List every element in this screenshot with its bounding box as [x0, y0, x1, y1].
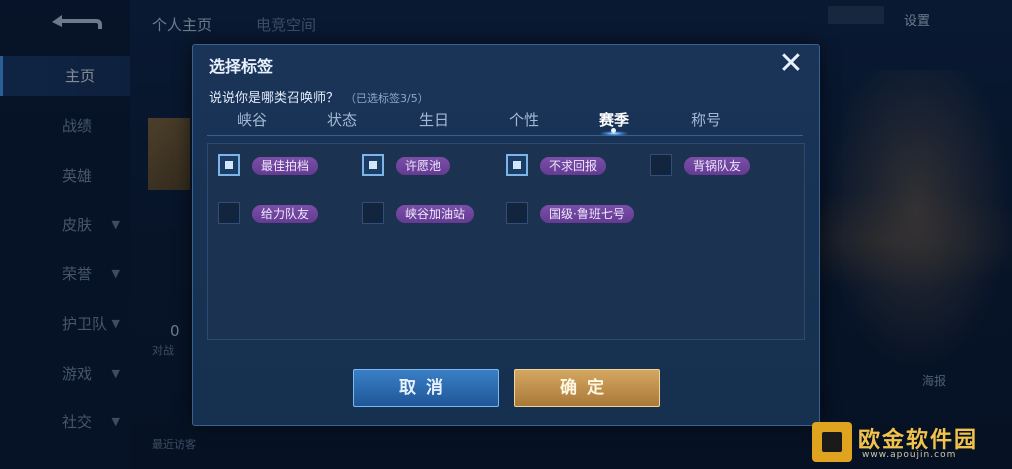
tag-checkbox[interactable] [218, 154, 240, 176]
tag-label[interactable]: 许愿池 [396, 157, 451, 175]
confirm-button[interactable]: 确定 [514, 369, 660, 407]
dialog-title: 选择标签 [209, 57, 274, 76]
tag-checkbox[interactable] [650, 154, 672, 176]
tab-canyon[interactable]: 峡谷 [237, 109, 267, 130]
tag-label[interactable]: 给力队友 [252, 205, 319, 223]
watermark: 欧金软件园 www.apoujin.com [812, 420, 1008, 466]
question-text: 说说你是哪类召唤师？ [209, 91, 340, 106]
tag-checkbox[interactable] [218, 202, 240, 224]
active-tab-dot [611, 128, 616, 133]
tab-personality[interactable]: 个性 [509, 109, 539, 130]
tab-birthday[interactable]: 生日 [419, 109, 449, 130]
selected-count: （已选标签3/5） [345, 92, 429, 105]
tab-status[interactable]: 状态 [327, 109, 357, 130]
tag-label[interactable]: 国级·鲁班七号 [540, 205, 634, 223]
close-icon[interactable]: ✕ [777, 49, 805, 79]
tag-label[interactable]: 背锅队友 [684, 157, 751, 175]
watermark-url: www.apoujin.com [862, 450, 957, 460]
tab-season[interactable]: 赛季 [599, 109, 629, 130]
tag-checkbox[interactable] [362, 202, 384, 224]
tag-label[interactable]: 最佳拍档 [252, 157, 319, 175]
tag-checkbox[interactable] [362, 154, 384, 176]
tag-label[interactable]: 不求回报 [540, 157, 607, 175]
cancel-button[interactable]: 取消 [353, 369, 499, 407]
tag-checkbox[interactable] [506, 202, 528, 224]
dialog-question: 说说你是哪类召唤师？ （已选标签3/5） [209, 87, 429, 106]
watermark-logo-icon [812, 422, 852, 462]
tag-checkbox[interactable] [506, 154, 528, 176]
select-tags-dialog: 选择标签 ✕ 说说你是哪类召唤师？ （已选标签3/5） 峡谷 状态 生日 个性 赛… [192, 44, 820, 426]
tag-grid: 最佳拍档 许愿池 不求回报 背锅队友 给力队友 峡谷加油站 国级·鲁班七号 [207, 143, 805, 340]
tag-label[interactable]: 峡谷加油站 [396, 205, 475, 223]
tag-category-tabs: 峡谷 状态 生日 个性 赛季 称号 [207, 107, 803, 136]
tab-title[interactable]: 称号 [691, 109, 721, 130]
